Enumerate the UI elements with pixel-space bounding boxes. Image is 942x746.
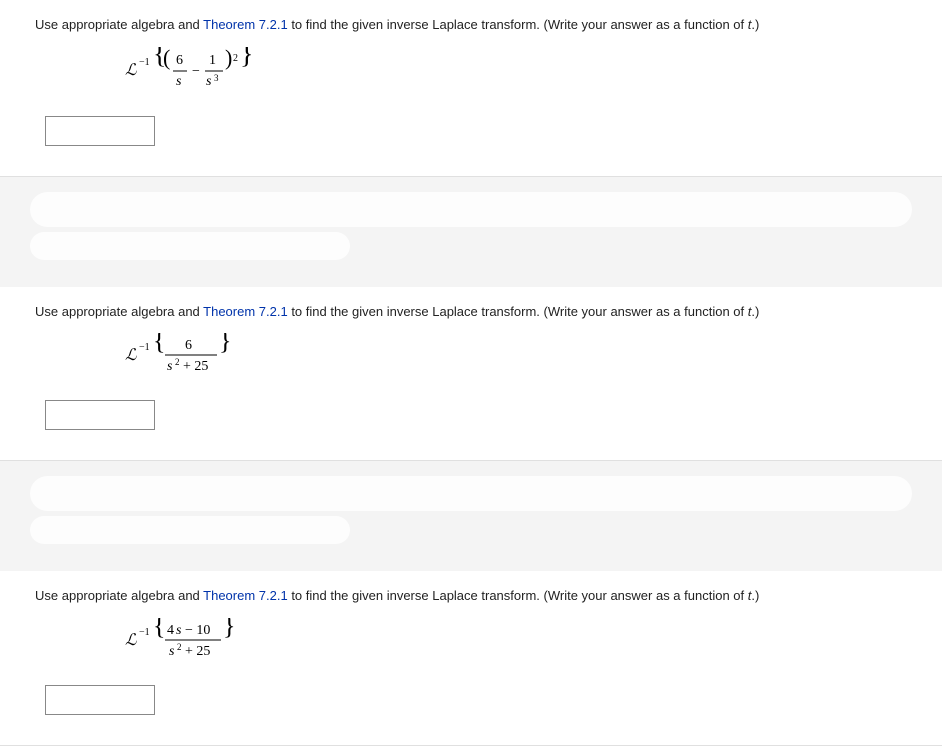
svg-text:−1: −1 xyxy=(139,57,150,68)
theorem-link[interactable]: Theorem 7.2.1 xyxy=(203,304,288,319)
question-block-1: Use appropriate algebra and Theorem 7.2.… xyxy=(0,0,942,177)
question-prompt: Use appropriate algebra and Theorem 7.2.… xyxy=(35,302,907,322)
svg-text:−1: −1 xyxy=(139,342,150,353)
svg-text:ℒ: ℒ xyxy=(125,347,137,364)
svg-text:− 10: − 10 xyxy=(185,623,210,638)
svg-text:}: } xyxy=(219,333,231,355)
theorem-link[interactable]: Theorem 7.2.1 xyxy=(203,17,288,32)
answer-input-1[interactable] xyxy=(45,116,155,146)
svg-text:}: } xyxy=(240,47,253,70)
svg-text:s: s xyxy=(176,623,182,638)
svg-text:{: { xyxy=(153,333,165,355)
answer-input-2[interactable] xyxy=(45,400,155,430)
prompt-text-suffix: .) xyxy=(751,588,759,603)
section-gap-1 xyxy=(0,177,942,287)
prompt-text-suffix: .) xyxy=(751,304,759,319)
prompt-text-middle: to find the given inverse Laplace transf… xyxy=(288,304,748,319)
formula-display: ℒ −1 { ( 6 s − 1 s 3 ) 2 } xyxy=(125,47,907,98)
svg-text:−1: −1 xyxy=(139,627,150,638)
laplace-formula-2: ℒ −1 { 6 s 2 + 25 } xyxy=(125,333,265,379)
laplace-formula-1: ℒ −1 { ( 6 s − 1 s 3 ) 2 } xyxy=(125,47,275,95)
prompt-text-suffix: .) xyxy=(751,17,759,32)
svg-text:ℒ: ℒ xyxy=(125,632,137,649)
svg-text:}: } xyxy=(223,618,235,640)
svg-text:): ) xyxy=(225,47,232,70)
svg-text:+ 25: + 25 xyxy=(185,644,210,659)
theorem-link[interactable]: Theorem 7.2.1 xyxy=(203,588,288,603)
prompt-text-middle: to find the given inverse Laplace transf… xyxy=(288,17,748,32)
svg-text:s: s xyxy=(176,74,182,89)
laplace-formula-3: ℒ −1 { 4 s − 10 s 2 + 25 } xyxy=(125,618,275,664)
svg-text:4: 4 xyxy=(167,623,174,638)
prompt-text-prefix: Use appropriate algebra and xyxy=(35,588,203,603)
svg-text:1: 1 xyxy=(209,53,216,68)
prompt-text-prefix: Use appropriate algebra and xyxy=(35,17,203,32)
question-block-3: Use appropriate algebra and Theorem 7.2.… xyxy=(0,571,942,746)
svg-text:{: { xyxy=(153,618,165,640)
svg-text:2: 2 xyxy=(177,642,182,652)
svg-text:2: 2 xyxy=(233,53,238,64)
svg-text:−: − xyxy=(192,64,200,79)
prompt-text-prefix: Use appropriate algebra and xyxy=(35,304,203,319)
svg-text:+ 25: + 25 xyxy=(183,359,208,374)
svg-text:ℒ: ℒ xyxy=(125,62,137,79)
formula-display: ℒ −1 { 4 s − 10 s 2 + 25 } xyxy=(125,618,907,667)
svg-text:s: s xyxy=(167,359,173,374)
svg-text:3: 3 xyxy=(214,73,219,83)
question-prompt: Use appropriate algebra and Theorem 7.2.… xyxy=(35,15,907,35)
svg-text:(: ( xyxy=(163,47,170,70)
svg-text:6: 6 xyxy=(176,53,183,68)
answer-input-3[interactable] xyxy=(45,685,155,715)
svg-text:6: 6 xyxy=(185,338,192,353)
question-block-2: Use appropriate algebra and Theorem 7.2.… xyxy=(0,287,942,462)
svg-text:s: s xyxy=(169,644,175,659)
question-prompt: Use appropriate algebra and Theorem 7.2.… xyxy=(35,586,907,606)
svg-text:2: 2 xyxy=(175,357,180,367)
formula-display: ℒ −1 { 6 s 2 + 25 } xyxy=(125,333,907,382)
prompt-text-middle: to find the given inverse Laplace transf… xyxy=(288,588,748,603)
section-gap-2 xyxy=(0,461,942,571)
svg-text:s: s xyxy=(206,74,212,89)
